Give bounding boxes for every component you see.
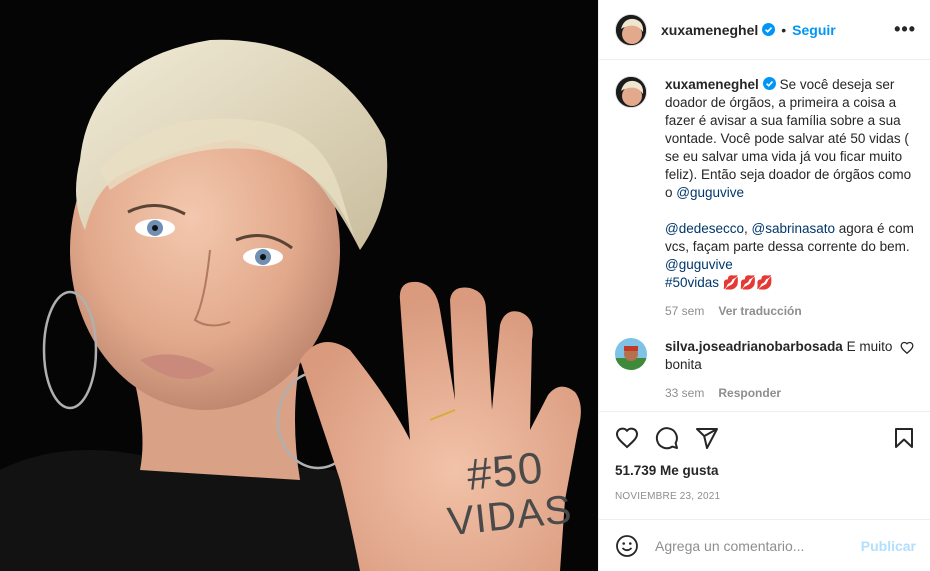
follow-button[interactable]: Seguir [792,22,836,38]
caption-emojis: 💋💋💋 [722,275,774,290]
save-bookmark-icon[interactable] [892,426,916,450]
author-username[interactable]: xuxameneghel [661,22,758,38]
author-avatar[interactable] [615,13,647,46]
commenter-avatar[interactable] [615,338,647,370]
caption-row: xuxameneghel Se você deseja ser doador d… [615,76,914,320]
verified-badge-icon [762,77,776,90]
comment-row: silva.joseadrianobarbosada E muito bonit… [615,338,914,402]
comment-time[interactable]: 33 sem [665,384,704,402]
comment-meta: 33 sem Responder [665,384,894,402]
mention-link[interactable]: @guguvive [676,185,744,200]
more-options-icon[interactable]: ••• [894,19,916,40]
like-heart-icon[interactable] [615,426,639,450]
caption-text-1: Se você deseja ser doador de órgãos, a p… [665,77,912,200]
comment-input[interactable] [655,537,861,554]
caption-time[interactable]: 57 sem [665,302,704,320]
caption-separator: , [744,221,752,236]
mention-link[interactable]: @guguvive [665,257,733,272]
mention-link[interactable]: @sabrinasato [752,221,836,236]
share-paper-plane-icon[interactable] [695,426,719,450]
post-date[interactable]: NOVIEMBRE 23, 2021 [599,491,930,519]
translate-button[interactable]: Ver traducción [718,302,801,320]
hand-writing: #50 VIDAS [441,443,574,544]
comment-like-heart-icon[interactable] [900,341,914,355]
verified-badge-icon [762,23,776,36]
caption-body: xuxameneghel Se você deseja ser doador d… [665,76,914,320]
comment-bubble-icon[interactable] [655,426,679,450]
publish-button[interactable]: Publicar [861,538,916,554]
post-header: xuxameneghel • Seguir ••• [599,0,930,60]
hashtag-link[interactable]: #50vidas [665,275,719,290]
likes-count[interactable]: 51.739 Me gusta [599,463,930,485]
caption-avatar[interactable] [615,76,647,108]
emoji-smiley-icon[interactable] [615,534,639,558]
comments-section: xuxameneghel Se você deseja ser doador d… [599,60,930,411]
reply-button[interactable]: Responder [718,384,781,402]
post-photo[interactable]: #50 VIDAS [0,0,598,571]
comment-body: silva.joseadrianobarbosada E muito bonit… [665,338,894,402]
header-separator: • [781,21,787,38]
caption-username[interactable]: xuxameneghel [665,77,759,92]
action-bar [599,411,930,463]
add-comment-bar: Publicar [599,519,930,571]
mention-link[interactable]: @dedesecco [665,221,744,236]
commenter-username[interactable]: silva.joseadrianobarbosada [665,339,843,354]
caption-meta: 57 sem Ver traducción [665,302,914,320]
post-side-panel: xuxameneghel • Seguir ••• xuxameneghel S… [598,0,930,571]
